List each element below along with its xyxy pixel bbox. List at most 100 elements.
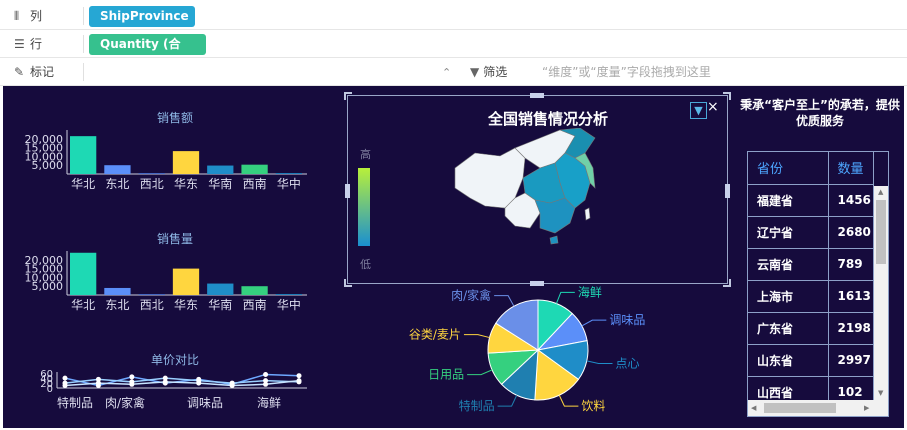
header-province[interactable]: 省份	[748, 152, 829, 185]
table-row[interactable]: 福建省 1456	[748, 184, 874, 217]
table-row[interactable]: 广东省 2198	[748, 312, 874, 345]
rows-shelf: ☰行 Quantity (合计)	[0, 30, 907, 72]
cell-province: 辽宁省	[748, 216, 829, 249]
map-title: 全国销售情况分析	[488, 110, 609, 128]
cell-quantity: 2997	[828, 344, 874, 377]
x-tick-label: 华南	[208, 176, 232, 191]
bar	[70, 252, 97, 295]
bar	[241, 286, 268, 295]
resize-corner-tr[interactable]	[723, 92, 731, 100]
shelf-divider	[83, 63, 84, 81]
x-tick-label: 华北	[71, 177, 95, 191]
table-row[interactable]: 辽宁省 2680	[748, 216, 874, 249]
marks-label[interactable]: ✎ 标记	[14, 58, 54, 86]
price-point	[62, 383, 68, 389]
table-row[interactable]: 上海市 1613	[748, 280, 874, 313]
bar	[241, 164, 268, 174]
x-tick-label: 华东	[174, 177, 198, 191]
pie-label: 饮料	[581, 399, 605, 413]
rows-label: ☰ 行	[14, 30, 42, 58]
scroll-down-arrow-icon[interactable]: ▼	[878, 389, 883, 397]
rows-field-pill[interactable]: Quantity (合计)	[89, 34, 206, 72]
china-map[interactable]	[445, 128, 615, 246]
legend-high-label: 高	[360, 148, 371, 161]
columns-icon: ⫴	[14, 9, 20, 23]
vertical-scrollbar[interactable]: ▲ ▼	[874, 186, 888, 400]
x-tick-label: 海鲜	[257, 395, 281, 410]
bar	[275, 173, 302, 174]
pie-label: 海鲜	[578, 285, 602, 299]
resize-handle-top[interactable]	[530, 93, 544, 98]
cell-quantity: 2198	[828, 312, 874, 345]
map-legend-gradient	[358, 168, 370, 246]
bar	[138, 173, 165, 174]
sales-qty-chart: 20,00015,00010,0005,000华北 东北 西北 华东 华南 西南 华中	[25, 251, 307, 312]
bar	[104, 165, 131, 174]
table-header-row: 省份 数量	[748, 152, 874, 185]
pie-leader-line	[497, 395, 518, 407]
map-region-south[interactable]	[534, 197, 576, 234]
horizontal-scrollbar[interactable]: ◀ ▶	[748, 400, 888, 416]
price-point	[162, 379, 168, 385]
price-point	[196, 380, 202, 386]
columns-label: ⫴ 列	[14, 2, 42, 30]
price-point	[263, 371, 269, 377]
cell-province: 福建省	[748, 184, 829, 217]
x-tick-label: 调味品	[187, 396, 223, 410]
pie-label: 日用品	[428, 368, 464, 382]
pie-leader-line	[581, 319, 607, 327]
bar	[207, 165, 234, 174]
collapse-chevron-icon[interactable]: ⌃	[442, 66, 451, 79]
y-tick-label: 0	[47, 384, 53, 395]
bar	[207, 283, 234, 295]
resize-corner-br[interactable]	[723, 279, 731, 287]
cell-quantity: 1456	[828, 184, 874, 217]
scroll-up-arrow-icon[interactable]: ▲	[878, 188, 883, 196]
table-row[interactable]: 山东省 2997	[748, 344, 874, 377]
price-point	[129, 374, 135, 380]
table-row[interactable]: 云南省 789	[748, 248, 874, 281]
resize-handle-right[interactable]	[725, 184, 730, 198]
x-tick-label: 特制品	[57, 395, 93, 410]
price-point	[229, 383, 235, 389]
pie-label: 特制品	[459, 398, 495, 413]
pie-label: 点心	[616, 357, 640, 371]
x-tick-label: 华中	[277, 297, 301, 312]
bar	[138, 294, 165, 295]
pie-leader-line	[494, 295, 515, 307]
map-region-hainan[interactable]	[549, 235, 559, 245]
cell-quantity: 2680	[828, 216, 874, 249]
vertical-scroll-thumb[interactable]	[876, 200, 886, 264]
bar	[275, 294, 302, 295]
map-filter-funnel-icon[interactable]: ▼	[690, 102, 707, 119]
price-point	[95, 380, 101, 386]
pie-leader-line	[558, 395, 579, 407]
scroll-right-arrow-icon[interactable]: ▶	[864, 404, 869, 412]
y-tick-label: 5,000	[32, 159, 64, 172]
y-tick-label: 5,000	[32, 280, 64, 293]
filter-drop-zone[interactable]: “维度”或“度量”字段拖拽到这里	[542, 58, 711, 86]
pie-leader-line	[555, 291, 575, 304]
x-tick-label: 西北	[140, 177, 164, 191]
x-tick-label: 华南	[208, 297, 232, 312]
funnel-icon: ▼	[470, 65, 480, 79]
resize-corner-tl[interactable]	[344, 92, 352, 100]
slogan-text: 秉承“客户至上”的承若，提供优质服务	[740, 98, 900, 128]
horizontal-scroll-thumb[interactable]	[764, 403, 836, 413]
columns-field-pill[interactable]: ShipProvince	[89, 6, 195, 27]
bar	[104, 287, 131, 295]
resize-handle-left[interactable]	[345, 184, 350, 198]
map-panel[interactable]: 全国销售情况分析 高 低	[344, 92, 731, 287]
x-tick-label: 华北	[71, 298, 95, 312]
resize-corner-bl[interactable]	[344, 279, 352, 287]
x-tick-label: 西南	[243, 297, 267, 312]
filter-label: ▼ 筛选	[470, 65, 508, 79]
pie-label: 肉/家禽	[451, 288, 491, 303]
scroll-left-arrow-icon[interactable]: ◀	[751, 404, 756, 412]
x-tick-label: 西南	[243, 176, 267, 191]
map-region-taiwan[interactable]	[584, 207, 591, 221]
close-icon[interactable]: ×	[707, 99, 719, 115]
header-quantity[interactable]: 数量	[828, 152, 874, 185]
bar	[172, 268, 200, 295]
bar	[172, 151, 200, 174]
